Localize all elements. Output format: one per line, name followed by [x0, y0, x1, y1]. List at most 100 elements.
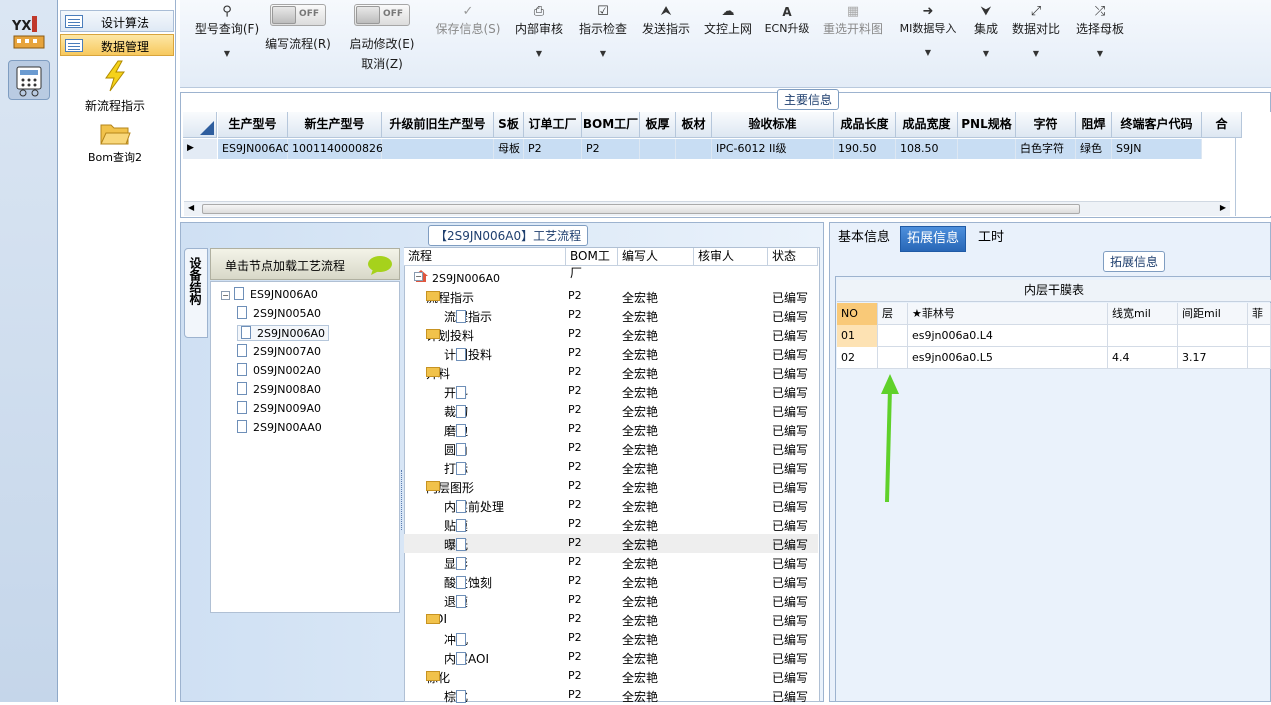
process-row[interactable]: 贴膜P2全宏艳已编写 — [404, 515, 818, 534]
process-row[interactable]: −棕化P2全宏艳已编写 — [404, 667, 818, 686]
shortcut-bom-query[interactable]: Bom查询2 — [70, 120, 160, 165]
tree-node[interactable]: 2S9JN006A0 — [237, 325, 329, 341]
film-row[interactable]: 02 es9jn006a0.L5 4.4 3.17 — [837, 347, 1271, 369]
horizontal-scrollbar[interactable]: ◀ ▶ — [184, 201, 1230, 216]
doc-control-online-button[interactable]: ☁ 文控上网 — [700, 4, 756, 37]
process-row[interactable]: 退膜P2全宏艳已编写 — [404, 591, 818, 610]
film-column-header[interactable]: 线宽mil — [1108, 303, 1178, 325]
grid-cell[interactable]: 190.50 — [834, 139, 896, 159]
column-header[interactable]: 成品长度 — [834, 112, 896, 138]
film-cell[interactable] — [1248, 325, 1271, 347]
grid-cell[interactable] — [676, 139, 712, 159]
grid-cell[interactable]: 10011400008266 — [288, 139, 390, 159]
shortcut-new-flow[interactable]: 新流程指示 — [70, 60, 160, 114]
grid-cell[interactable]: IPC-6012 II级 — [712, 139, 834, 159]
tree-node[interactable]: 2S9JN009A0 — [237, 401, 321, 415]
film-cell[interactable] — [1248, 347, 1271, 369]
film-cell[interactable]: 01 — [837, 325, 878, 347]
process-row[interactable]: 圆角P2全宏艳已编写 — [404, 439, 818, 458]
internal-review-button[interactable]: ⎙ 内部审核 ▼ — [512, 4, 566, 58]
menu-item-data-management[interactable]: 数据管理 — [60, 34, 174, 56]
instruction-check-button[interactable]: ☑ 指示检查 ▼ — [576, 4, 630, 58]
process-root[interactable]: −2S9JN006A0 — [404, 268, 818, 287]
process-row[interactable]: 内层AOI P2 全宏艳 已编写 — [404, 648, 818, 667]
toggle-switch[interactable]: OFF — [270, 4, 326, 26]
film-cell[interactable] — [878, 325, 908, 347]
film-column-header[interactable]: 菲林 — [1248, 303, 1271, 342]
data-compare-button[interactable]: ⤢ 数据对比 ▼ — [1010, 4, 1062, 58]
grid-cell[interactable]: 母板 — [494, 139, 524, 159]
grid-cell[interactable] — [640, 139, 676, 159]
tree-node[interactable]: 2S9JN007A0 — [237, 344, 321, 358]
tree-root[interactable]: − ES9JN006A0 — [221, 287, 318, 301]
tab-2[interactable]: 工时 — [972, 226, 1010, 252]
factory-logo-icon[interactable]: YX — [8, 12, 50, 52]
grid-cell[interactable]: P2 — [524, 139, 582, 159]
process-row[interactable]: −流程指示P2全宏艳已编写 — [404, 287, 818, 306]
tab-0[interactable]: 基本信息 — [832, 226, 896, 252]
film-cell[interactable] — [878, 347, 908, 369]
process-column-header[interactable]: 编写人 — [618, 248, 694, 266]
column-header[interactable]: 字符 — [1016, 112, 1076, 138]
process-row[interactable]: 计划投料 P2 全宏艳 已编写 — [404, 344, 818, 363]
column-header[interactable]: 板厚 — [640, 112, 676, 138]
process-row[interactable]: 酸性蚀刻 P2 全宏艳 已编写 — [404, 572, 818, 591]
film-column-header[interactable]: 层 — [878, 303, 908, 325]
send-instruction-button[interactable]: ⮝ 发送指示 — [640, 4, 692, 37]
process-row[interactable]: −计划投料P2全宏艳已编写 — [404, 325, 818, 344]
process-row[interactable]: 裁切P2全宏艳已编写 — [404, 401, 818, 420]
film-cell[interactable] — [1178, 325, 1248, 347]
tab-1[interactable]: 拓展信息 — [900, 226, 967, 252]
device-structure-tab[interactable]: 设备结构 — [184, 248, 208, 338]
grid-cell[interactable]: P2 — [582, 139, 640, 159]
process-row[interactable]: −开料P2全宏艳已编写 — [404, 363, 818, 382]
column-header[interactable]: S板 — [494, 112, 524, 138]
write-flow-toggle[interactable]: OFF 编写流程(R) — [264, 4, 332, 52]
film-cell[interactable] — [1108, 325, 1178, 347]
grid-cell[interactable]: S9JN — [1112, 139, 1202, 159]
column-header[interactable]: 新生产型号 — [288, 112, 382, 138]
process-row[interactable]: −内层图形P2全宏艳已编写 — [404, 477, 818, 496]
process-column-header[interactable]: 核审人 — [694, 248, 768, 266]
column-header[interactable]: BOM工厂 — [582, 112, 640, 138]
process-row[interactable]: 磨边P2全宏艳已编写 — [404, 420, 818, 439]
mi-data-import-button[interactable]: ➜ MI数据导入 ▼ — [894, 4, 962, 57]
toggle-switch[interactable]: OFF — [354, 4, 410, 26]
film-column-header[interactable]: 间距mil — [1178, 303, 1248, 325]
column-header[interactable]: 生产型号 — [218, 112, 288, 138]
calculator-icon[interactable] — [8, 60, 50, 100]
menu-item-design-algorithm[interactable]: 设计算法 — [60, 10, 174, 32]
film-cell[interactable]: es9jn006a0.L4 — [908, 325, 1108, 347]
process-column-header[interactable]: BOM工厂 — [566, 248, 618, 280]
start-edit-toggle[interactable]: OFF 启动修改(E) 取消(Z) — [346, 4, 418, 72]
grid-cell[interactable]: 108.50 — [896, 139, 958, 159]
process-row[interactable]: 流程指示 P2 全宏艳 已编写 — [404, 306, 818, 325]
tree-node[interactable]: 2S9JN00AA0 — [237, 420, 322, 434]
process-row[interactable]: 曝光P2全宏艳已编写 — [404, 534, 818, 553]
column-header[interactable]: 订单工厂 — [524, 112, 582, 138]
column-header[interactable]: 终端客户代码 — [1112, 112, 1202, 138]
model-query-button[interactable]: ⚲ 型号查询(F) ▼ — [186, 4, 268, 58]
process-row[interactable]: 开料P2全宏艳已编写 — [404, 382, 818, 401]
process-row[interactable]: 棕化P2全宏艳已编写 — [404, 686, 818, 705]
process-row[interactable]: 冲孔P2全宏艳已编写 — [404, 629, 818, 648]
splitter-handle[interactable] — [401, 470, 405, 530]
column-header[interactable]: PNL规格 — [958, 112, 1016, 138]
process-row[interactable]: 内层前处理 P2 全宏艳 已编写 — [404, 496, 818, 515]
save-info-button[interactable]: ✓ 保存信息(S) — [432, 4, 504, 37]
reselect-cutting-chart-button[interactable]: ▦ 重选开料图 — [820, 4, 886, 37]
column-header[interactable]: 成品宽度 — [896, 112, 958, 138]
process-column-header[interactable]: 流程 — [404, 248, 566, 266]
grid-cell[interactable]: ES9JN006A0 — [218, 139, 290, 159]
process-column-header[interactable]: 状态 — [768, 248, 818, 266]
column-header[interactable]: 阻焊 — [1076, 112, 1112, 138]
process-row[interactable]: 打标P2全宏艳已编写 — [404, 458, 818, 477]
process-row[interactable]: −AOIP2全宏艳已编写 — [404, 610, 818, 629]
grid-cell[interactable] — [382, 139, 494, 159]
tree-node[interactable]: 0S9JN002A0 — [237, 363, 321, 377]
column-header[interactable]: 升级前旧生产型号 — [382, 112, 494, 138]
column-header[interactable]: 合 — [1202, 112, 1242, 138]
tree-node[interactable]: 2S9JN005A0 — [237, 306, 321, 320]
film-cell[interactable]: 3.17 — [1178, 347, 1248, 369]
column-header[interactable]: 板材 — [676, 112, 712, 138]
